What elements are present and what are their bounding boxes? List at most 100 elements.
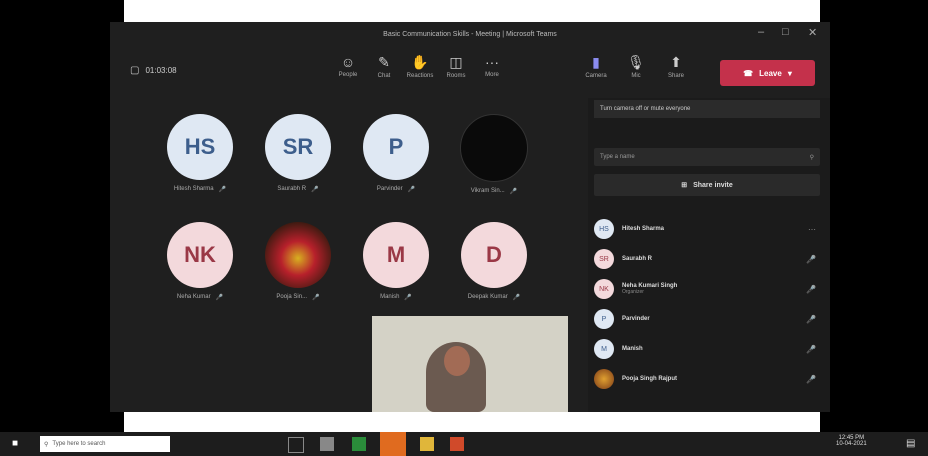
notification-icon[interactable]: ▤: [906, 438, 915, 449]
list-item[interactable]: NK Neha Kumari Singh Organizer 🎤: [594, 274, 820, 304]
more-button[interactable]: ··· More: [472, 54, 512, 78]
participant-name: Manish: [622, 346, 643, 352]
teams-taskbar-icon[interactable]: [380, 432, 406, 456]
window-title: Basic Communication Skills - Meeting | M…: [383, 30, 557, 38]
avatar-photo: [594, 369, 614, 389]
leave-button[interactable]: ☎ Leave ▾: [720, 60, 815, 86]
meeting-toolbar: ▢ 01:03:08 ☺ People ✎ Chat ✋ Reactions ◫…: [110, 48, 830, 98]
rooms-icon: ◫: [449, 54, 463, 70]
chevron-down-icon[interactable]: ▾: [788, 69, 792, 78]
teams-window: Basic Communication Skills - Meeting | M…: [110, 22, 830, 412]
tile-name: Manish: [380, 294, 400, 300]
shield-icon: ▢: [130, 65, 140, 76]
list-item[interactable]: SR Saurabh R 🎤: [594, 244, 820, 274]
more-icon: ···: [485, 54, 499, 70]
search-icon: ⚲: [44, 441, 49, 448]
camera-button[interactable]: ▮ Camera: [576, 54, 616, 79]
leave-label: Leave: [759, 68, 782, 78]
participants-panel: Turn camera off or mute everyone Type a …: [588, 98, 830, 412]
search-placeholder: Type a name: [600, 154, 635, 160]
windows-start-icon[interactable]: ■: [12, 438, 18, 449]
participant-role: Organizer: [622, 289, 644, 295]
more-icon[interactable]: ⋯: [808, 225, 816, 234]
more-label: More: [485, 72, 499, 78]
taskbar-search-placeholder: Type here to search: [52, 441, 106, 447]
close-icon[interactable]: ✕: [808, 26, 817, 39]
reactions-button[interactable]: ✋ Reactions: [400, 54, 440, 79]
list-item[interactable]: M Manish 🎤: [594, 334, 820, 364]
list-item[interactable]: Pooja Singh Rajput 🎤: [594, 364, 820, 394]
participant-tile[interactable]: HS Hitesh Sharma 🎤: [150, 114, 250, 193]
avatar: D: [461, 222, 527, 288]
timer-text: 01:03:08: [145, 66, 177, 75]
mic-off-icon: 🎤: [312, 295, 320, 301]
top-margin: [124, 0, 820, 22]
participant-name: Pooja Singh Rajput: [622, 376, 677, 382]
participant-tile[interactable]: SR Saurabh R 🎤: [248, 114, 348, 193]
list-item[interactable]: P Parvinder 🎤: [594, 304, 820, 334]
rooms-button[interactable]: ◫ Rooms: [436, 54, 476, 79]
mic-off-icon: 🎤: [215, 295, 224, 301]
banner[interactable]: Turn camera off or mute everyone: [594, 100, 820, 118]
participant-grid: HS Hitesh Sharma 🎤 SR Saurabh R 🎤 P Parvin…: [110, 98, 580, 412]
share-label: Share: [667, 73, 684, 79]
app-icon[interactable]: [450, 437, 464, 451]
participant-tile[interactable]: D Deepak Kumar 🎤: [444, 222, 544, 301]
taskbar-search-input[interactable]: ⚲ Type here to search: [40, 436, 170, 452]
mic-off-icon: 🎤: [407, 187, 416, 193]
mic-off-icon: 🎤: [806, 254, 816, 264]
app-icon[interactable]: [352, 437, 366, 451]
explorer-icon[interactable]: [320, 437, 334, 451]
tile-name: Hitesh Sharma: [173, 186, 214, 192]
clock-date: 10-04-2021: [836, 441, 867, 447]
participant-tile[interactable]: Pooja Sin... 🎤: [248, 222, 348, 301]
folder-icon[interactable]: [420, 437, 434, 451]
search-input[interactable]: Type a name ⚲: [594, 148, 820, 166]
tile-name: Saurabh R: [277, 186, 307, 192]
share-button[interactable]: ⬆ Share: [656, 54, 696, 79]
participant-tile[interactable]: P Parvinder 🎤: [346, 114, 446, 193]
tile-name: Vikram Sin...: [470, 188, 505, 194]
participant-name: Parvinder: [622, 316, 650, 322]
minimize-icon[interactable]: –: [758, 26, 764, 38]
tile-name: Neha Kumar: [176, 294, 211, 300]
people-button[interactable]: ☺ People: [328, 54, 368, 78]
mic-button[interactable]: 🎙 Mic: [616, 54, 656, 79]
meeting-timer: ▢ 01:03:08: [130, 65, 177, 76]
participant-tile[interactable]: NK Neha Kumar 🎤: [150, 222, 250, 301]
phone-icon: ☎: [743, 68, 754, 78]
participant-name: Hitesh Sharma: [622, 226, 665, 232]
share-invite-label: Share invite: [693, 181, 733, 189]
avatar: HS: [594, 219, 614, 239]
camera-label: Camera: [585, 73, 607, 79]
chat-button[interactable]: ✎ Chat: [364, 54, 404, 79]
clock[interactable]: 12:45 PM 10-04-2021: [836, 435, 867, 447]
mic-icon: 🎙: [627, 54, 645, 70]
participant-tile[interactable]: Vikram Sin... 🎤: [444, 114, 544, 195]
share-invite-button[interactable]: ⊞ Share invite: [594, 174, 820, 196]
title-bar: Basic Communication Skills - Meeting | M…: [110, 22, 830, 46]
participant-list: HS Hitesh Sharma ⋯ SR Saurabh R 🎤 NK Neh…: [594, 214, 820, 394]
mic-off-icon: 🎤: [512, 295, 521, 301]
mic-off-icon: 🎤: [806, 284, 816, 294]
mic-off-icon: 🎤: [404, 295, 412, 301]
chat-icon: ✎: [378, 54, 390, 70]
mic-off-icon: 🎤: [311, 187, 319, 193]
people-icon: ☺: [340, 54, 356, 70]
avatar: SR: [594, 249, 614, 269]
person-face: [444, 346, 470, 376]
avatar: P: [594, 309, 614, 329]
participant-tile[interactable]: M Manish 🎤: [346, 222, 446, 301]
tile-name: Pooja Sin...: [276, 294, 308, 300]
reactions-label: Reactions: [406, 73, 434, 79]
mic-off-icon: 🎤: [806, 344, 816, 354]
people-label: People: [338, 72, 358, 78]
task-view-icon[interactable]: [288, 437, 304, 453]
list-item[interactable]: HS Hitesh Sharma ⋯: [594, 214, 820, 244]
chat-label: Chat: [377, 73, 391, 79]
tile-name: Parvinder: [376, 186, 403, 192]
mic-off-icon: 🎤: [509, 189, 518, 195]
self-video-preview[interactable]: [372, 316, 568, 412]
maximize-icon[interactable]: □: [782, 26, 789, 38]
avatar: SR: [265, 114, 331, 180]
